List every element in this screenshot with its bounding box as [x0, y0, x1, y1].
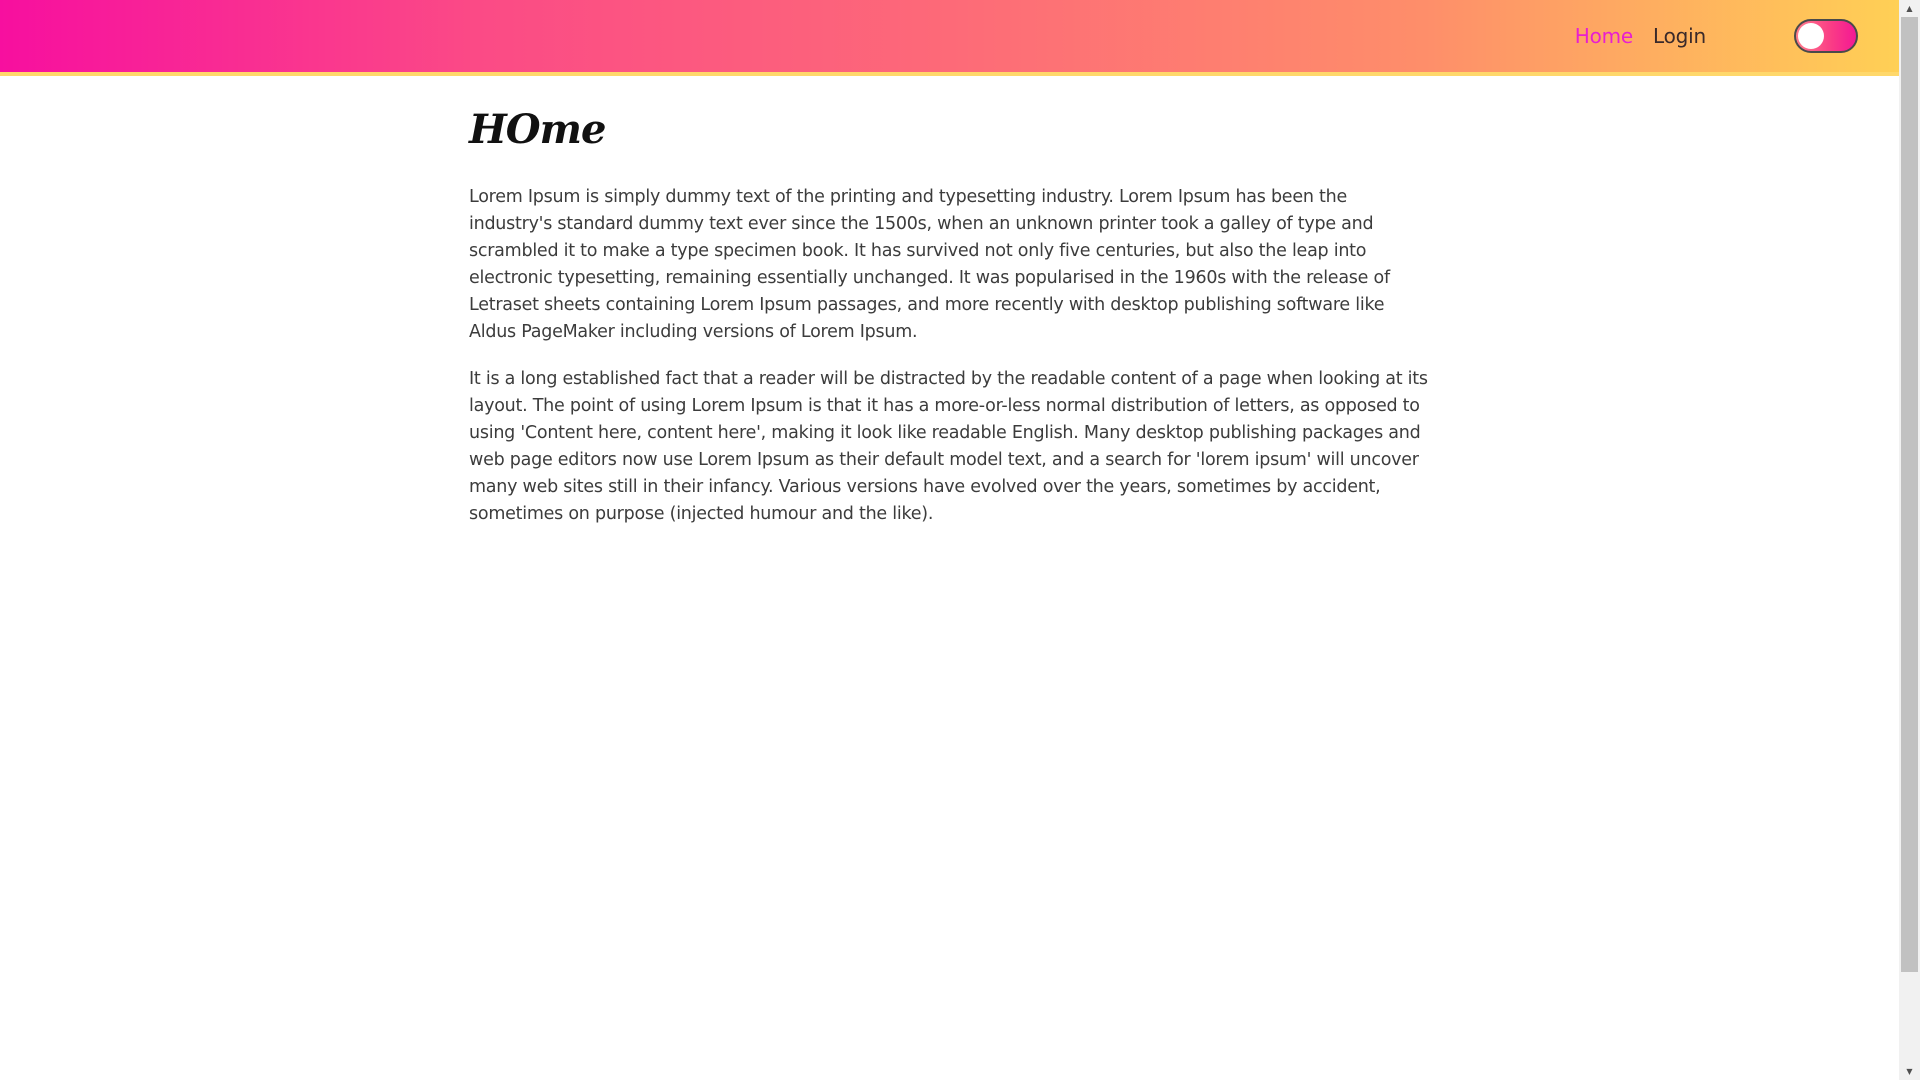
page-title: HOme	[469, 106, 606, 153]
nav-link-login[interactable]: Login	[1653, 24, 1706, 48]
scroll-down-icon[interactable]: ▼	[1899, 1063, 1920, 1080]
paragraph-2: It is a long established fact that a rea…	[469, 369, 1428, 524]
vertical-scrollbar[interactable]: ▲ ▼	[1899, 0, 1920, 1080]
toggle-knob	[1798, 23, 1824, 49]
theme-toggle[interactable]	[1794, 19, 1858, 53]
main-content: HOme Lorem Ipsum is simply dummy text of…	[469, 100, 1429, 548]
nav-link-home[interactable]: Home	[1575, 24, 1633, 48]
page: Home Login HOme Lorem Ipsum is simply du…	[0, 0, 1899, 1080]
scroll-thumb[interactable]	[1901, 17, 1918, 972]
nav-links: Home Login	[1575, 0, 1706, 72]
paragraph-1: Lorem Ipsum is simply dummy text of the …	[469, 187, 1390, 342]
scroll-up-icon[interactable]: ▲	[1899, 0, 1920, 17]
browser-viewport: Home Login HOme Lorem Ipsum is simply du…	[0, 0, 1920, 1080]
navbar: Home Login	[0, 0, 1899, 76]
